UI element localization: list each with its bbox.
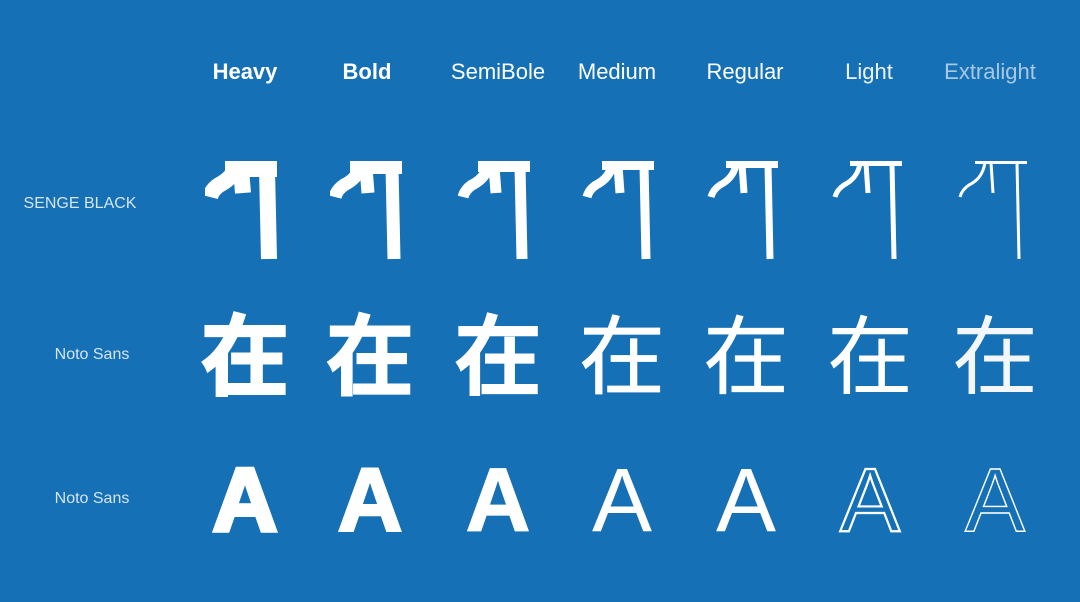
latin-glyph-bold: A xyxy=(336,451,404,551)
cjk-glyph-semibole: 在 xyxy=(454,307,541,408)
cjk-glyph-extralight: 在 xyxy=(952,308,1038,408)
latin-glyph-regular: A xyxy=(715,451,777,551)
tibetan-ga-glyph xyxy=(958,161,1027,260)
weight-label-medium: Medium xyxy=(577,59,657,84)
latin-glyph-medium: A xyxy=(591,451,653,551)
tibetan-ga-glyph xyxy=(707,161,778,260)
cjk-glyph-regular: 在 xyxy=(703,308,789,408)
tibetan-ga-glyph xyxy=(582,161,654,260)
tibetan-ga-glyph xyxy=(832,161,902,260)
weight-label-semibold: SemiBole xyxy=(450,59,546,84)
cjk-glyph-bold: 在 xyxy=(326,307,414,409)
tibetan-ga-glyph xyxy=(330,161,402,260)
row-label-noto-sans-cjk: Noto Sans xyxy=(54,346,130,363)
tibetan-ga-glyph xyxy=(458,161,530,260)
weight-header-row: Heavy Bold SemiBole Medium Regular Light… xyxy=(0,56,1080,88)
tibetan-glyph-medium xyxy=(557,155,687,263)
weight-label-light: Light xyxy=(845,59,893,84)
row-label-senge-black: SENGE BLACK xyxy=(23,195,137,212)
weight-label-extralight: Extralight xyxy=(944,59,1036,84)
tibetan-glyph-heavy xyxy=(180,155,310,263)
cjk-glyph-heavy: 在 xyxy=(200,306,289,409)
row-label-noto-sans-latin: Noto Sans xyxy=(54,490,130,507)
tibetan-glyph-bold xyxy=(305,155,435,263)
weight-label-regular: Regular xyxy=(706,59,784,84)
latin-glyph-semibole: A xyxy=(465,451,531,551)
weight-label-bold: Bold xyxy=(342,59,392,84)
tibetan-glyph-regular xyxy=(681,155,811,263)
cjk-glyph-medium: 在 xyxy=(579,308,666,409)
latin-glyph-extralight: A xyxy=(964,451,1026,551)
tibetan-glyph-semibole xyxy=(433,155,563,263)
cjk-glyph-light: 在 xyxy=(827,308,913,408)
weight-label-heavy: Heavy xyxy=(212,59,278,84)
tibetan-glyph-light xyxy=(805,155,935,263)
latin-glyph-light: A xyxy=(839,451,901,551)
tibetan-ga-glyph xyxy=(205,161,277,260)
tibetan-glyph-extralight xyxy=(930,155,1060,263)
latin-glyph-heavy: A xyxy=(211,451,280,551)
